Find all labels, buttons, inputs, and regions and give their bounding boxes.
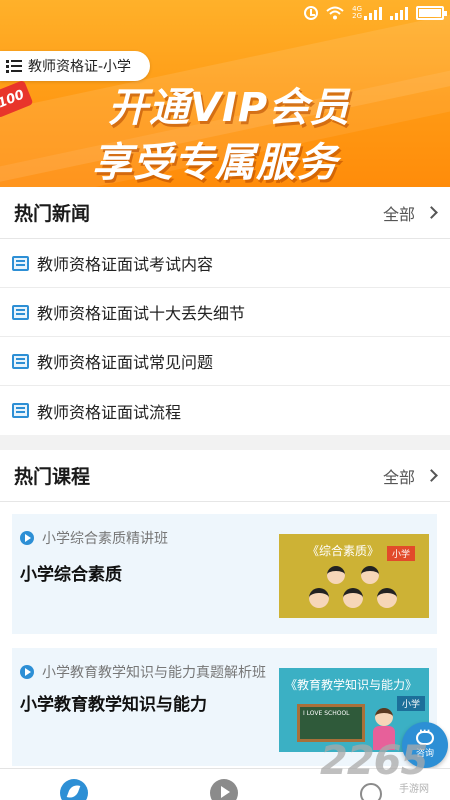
chevron-right-icon [425, 206, 438, 219]
course-subtitle-row: 小学教育教学知识与能力真题解析班 [20, 662, 266, 682]
cartoon-student [327, 566, 345, 584]
vip-banner[interactable]: 4G 2G 教师资格证-小学 100 开通VIP会员 享受专属服务 [0, 0, 450, 187]
thumbnail-caption: 《综合素质》 [307, 544, 380, 558]
play-icon [20, 665, 34, 679]
course-card[interactable]: 小学综合素质精讲班 小学综合素质 《综合素质》 小学 [12, 514, 437, 634]
course-subtitle: 小学综合素质精讲班 [42, 531, 168, 547]
view-all-label: 全部 [382, 204, 415, 224]
news-item[interactable]: 教师资格证面试考试内容 [0, 239, 450, 288]
hot-courses-header: 热门课程 全部 [0, 450, 450, 502]
cartoon-student [343, 588, 363, 608]
wifi-icon [326, 6, 344, 20]
course-title: 小学综合素质 [20, 565, 122, 585]
thumbnail-tag: 小学 [387, 546, 416, 561]
status-bar: 4G 2G [0, 0, 450, 30]
signal-icon [364, 6, 382, 20]
thumbnail-tag: 小学 [397, 696, 426, 711]
course-subtitle: 小学教育教学知识与能力真题解析班 [42, 665, 266, 681]
thumbnail-caption: 《教育教学知识与能力》 [285, 678, 418, 692]
news-item[interactable]: 教师资格证面试流程 [0, 386, 450, 435]
site-watermark: 2265 [320, 738, 428, 784]
nav-home-icon[interactable] [60, 779, 88, 800]
region-label: 教师资格证-小学 [28, 59, 132, 75]
promo-headline: 开通VIP会员 [108, 85, 351, 131]
cartoon-student [361, 566, 379, 584]
news-item[interactable]: 教师资格证面试常见问题 [0, 337, 450, 386]
hot-news-header: 热门新闻 全部 [0, 187, 450, 239]
cartoon-teacher [375, 708, 393, 726]
cartoon-student [309, 588, 329, 608]
news-title: 教师资格证面试考试内容 [37, 255, 214, 274]
battery-icon [416, 6, 447, 20]
promo-subheadline: 享受专属服务 [92, 140, 338, 186]
course-subtitle-row: 小学综合素质精讲班 [20, 528, 168, 548]
alarm-icon [304, 6, 319, 20]
news-title: 教师资格证面试十大丢失细节 [37, 304, 246, 323]
menu-icon [6, 59, 22, 73]
article-icon [12, 403, 29, 418]
courses-view-all-button[interactable]: 全部 [382, 464, 438, 488]
cartoon-student [377, 588, 397, 608]
view-all-label: 全部 [382, 467, 415, 487]
news-view-all-button[interactable]: 全部 [382, 201, 438, 225]
news-title: 教师资格证面试流程 [37, 402, 182, 422]
play-icon [20, 531, 34, 545]
course-thumbnail: 《综合素质》 小学 [279, 534, 429, 618]
hot-courses-section: 热门课程 全部 小学综合素质精讲班 小学综合素质 《综合素质》 小学 小学教育教… [0, 450, 450, 768]
article-icon [12, 304, 29, 320]
chalkboard: I LOVE SCHOOL [297, 704, 365, 742]
section-title: 热门新闻 [14, 203, 91, 225]
section-title: 热门课程 [14, 466, 91, 488]
course-title: 小学教育教学知识与能力 [20, 695, 207, 715]
news-title: 教师资格证面试常见问题 [37, 353, 214, 372]
site-watermark-sub: 手游网 [399, 784, 429, 795]
nav-courses-icon[interactable] [210, 779, 238, 800]
article-icon [12, 255, 29, 271]
signal-icon [390, 6, 408, 20]
article-icon [12, 353, 29, 369]
nav-profile-icon[interactable] [360, 783, 382, 800]
hot-news-section: 热门新闻 全部 教师资格证面试考试内容 教师资格证面试十大丢失细节 教师资格证面… [0, 187, 450, 435]
news-item[interactable]: 教师资格证面试十大丢失细节 [0, 288, 450, 337]
chevron-right-icon [425, 469, 438, 482]
network-type-bottom: 2G [352, 12, 362, 20]
